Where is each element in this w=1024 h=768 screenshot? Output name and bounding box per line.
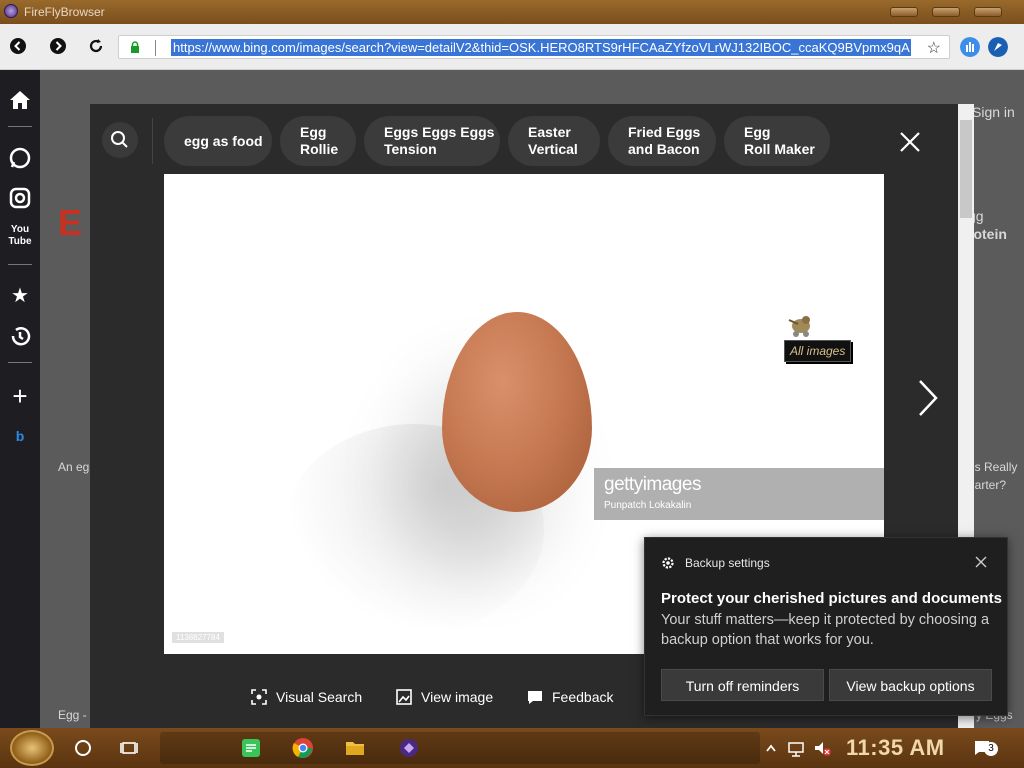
minimize-button[interactable] — [890, 7, 918, 17]
mascot-bird-icon[interactable] — [786, 310, 816, 338]
file-explorer-icon[interactable] — [344, 737, 366, 759]
related-search-chip[interactable]: Easter Vertical — [508, 116, 600, 166]
background-caption-left: An eg — [58, 460, 90, 474]
url-text[interactable]: https://www.bing.com/images/search?view=… — [171, 39, 911, 56]
notification-header: Backup settings — [661, 556, 770, 570]
related-search-chip[interactable]: Fried Eggs and Bacon — [608, 116, 716, 166]
search-icon — [111, 131, 128, 148]
notification-count-badge: 3 — [984, 742, 998, 756]
hand-extension-icon[interactable] — [960, 37, 980, 57]
photo-credit: Punpatch Lokakalin — [604, 500, 692, 511]
related-search-chip[interactable]: Egg Roll Maker — [724, 116, 830, 166]
background-caption-right1: gs Really — [968, 460, 1018, 474]
notification-headline: Protect your cherished pictures and docu… — [661, 590, 1002, 607]
feedback-icon — [528, 691, 542, 704]
background-egg-left: Egg - — [58, 708, 87, 722]
chevron-right-icon — [919, 380, 938, 416]
home-icon[interactable] — [6, 86, 34, 114]
visual-search-icon — [251, 689, 267, 705]
visual-search-button[interactable]: Visual Search — [250, 688, 362, 706]
address-separator — [155, 40, 156, 56]
firefly-app-icon — [4, 4, 18, 18]
notification-body: Your stuff matters—keep it protected by … — [661, 612, 990, 648]
getty-brand: gettyimages — [604, 474, 701, 495]
sign-in-link[interactable]: Sign in — [972, 104, 1015, 120]
mascot-tooltip: All images — [784, 340, 852, 362]
modal-search-button[interactable] — [102, 122, 138, 158]
notification-close-icon[interactable] — [975, 556, 987, 568]
sidebar-divider — [8, 126, 32, 127]
lock-icon — [131, 41, 139, 53]
related-search-chip[interactable]: Eggs Eggs Eggs Tension — [364, 116, 500, 166]
sidebar-divider — [8, 362, 32, 363]
title-bar: FireFlyBrowser — [0, 0, 1024, 24]
feedback-button[interactable]: Feedback — [526, 688, 613, 706]
network-icon[interactable] — [786, 737, 806, 759]
getty-watermark: gettyimages Punpatch Lokakalin — [594, 468, 884, 520]
volume-muted-icon[interactable] — [812, 737, 832, 759]
system-clock[interactable]: 11:35 AM — [846, 735, 945, 761]
history-icon[interactable] — [6, 322, 34, 350]
window-title: FireFlyBrowser — [24, 5, 105, 19]
view-image-button[interactable]: View image — [395, 688, 493, 706]
browser-sidebar: You Tube ★ + b — [0, 70, 40, 728]
backup-notification: Backup settings Protect your cherished p… — [644, 537, 1008, 716]
gear-icon — [662, 557, 674, 569]
sidebar-divider — [8, 264, 32, 265]
scrollbar-thumb[interactable] — [960, 120, 972, 218]
turn-off-reminders-button[interactable]: Turn off reminders — [661, 669, 824, 701]
start-button[interactable] — [10, 730, 54, 766]
close-modal-button[interactable] — [896, 128, 924, 156]
image-id-label: 1138827784 — [172, 632, 224, 643]
brown-egg-image — [442, 312, 592, 512]
related-search-chip[interactable]: egg as food — [164, 116, 272, 166]
address-bar[interactable]: https://www.bing.com/images/search?view=… — [118, 35, 950, 59]
background-logo-fragment: E — [58, 202, 83, 243]
back-button[interactable] — [8, 36, 28, 56]
chrome-icon[interactable] — [292, 737, 314, 759]
close-icon — [900, 132, 920, 152]
forward-button[interactable] — [48, 36, 68, 56]
notes-app-icon[interactable] — [240, 737, 262, 759]
task-view-icon[interactable] — [118, 737, 140, 759]
instagram-icon[interactable] — [6, 184, 34, 212]
next-image-button[interactable] — [916, 378, 940, 418]
youtube-icon[interactable]: You Tube — [6, 224, 34, 252]
related-search-chip[interactable]: Egg Rollie — [280, 116, 356, 166]
bing-icon[interactable]: b — [6, 422, 34, 450]
whatsapp-icon[interactable] — [6, 144, 34, 172]
favorites-star-icon[interactable]: ★ — [6, 282, 34, 310]
back-arrow-icon — [10, 38, 26, 54]
view-backup-options-button[interactable]: View backup options — [829, 669, 992, 701]
close-window-button[interactable] — [974, 7, 1002, 17]
navigation-bar: https://www.bing.com/images/search?view=… — [0, 24, 1024, 70]
reload-button[interactable] — [86, 36, 106, 56]
show-hidden-icons-icon[interactable] — [764, 737, 778, 759]
compass-extension-icon[interactable] — [988, 37, 1008, 57]
firefly-taskbar-icon[interactable] — [398, 737, 420, 759]
forward-arrow-icon — [50, 38, 66, 54]
reload-icon — [89, 39, 103, 53]
view-image-icon — [396, 689, 412, 705]
add-panel-icon[interactable]: + — [6, 382, 34, 410]
cortana-icon[interactable] — [72, 737, 94, 759]
bookmark-star-icon[interactable]: ☆ — [927, 38, 941, 58]
maximize-button[interactable] — [932, 7, 960, 17]
taskbar: 11:35 AM 3 — [0, 728, 1024, 768]
chips-divider — [152, 118, 153, 164]
